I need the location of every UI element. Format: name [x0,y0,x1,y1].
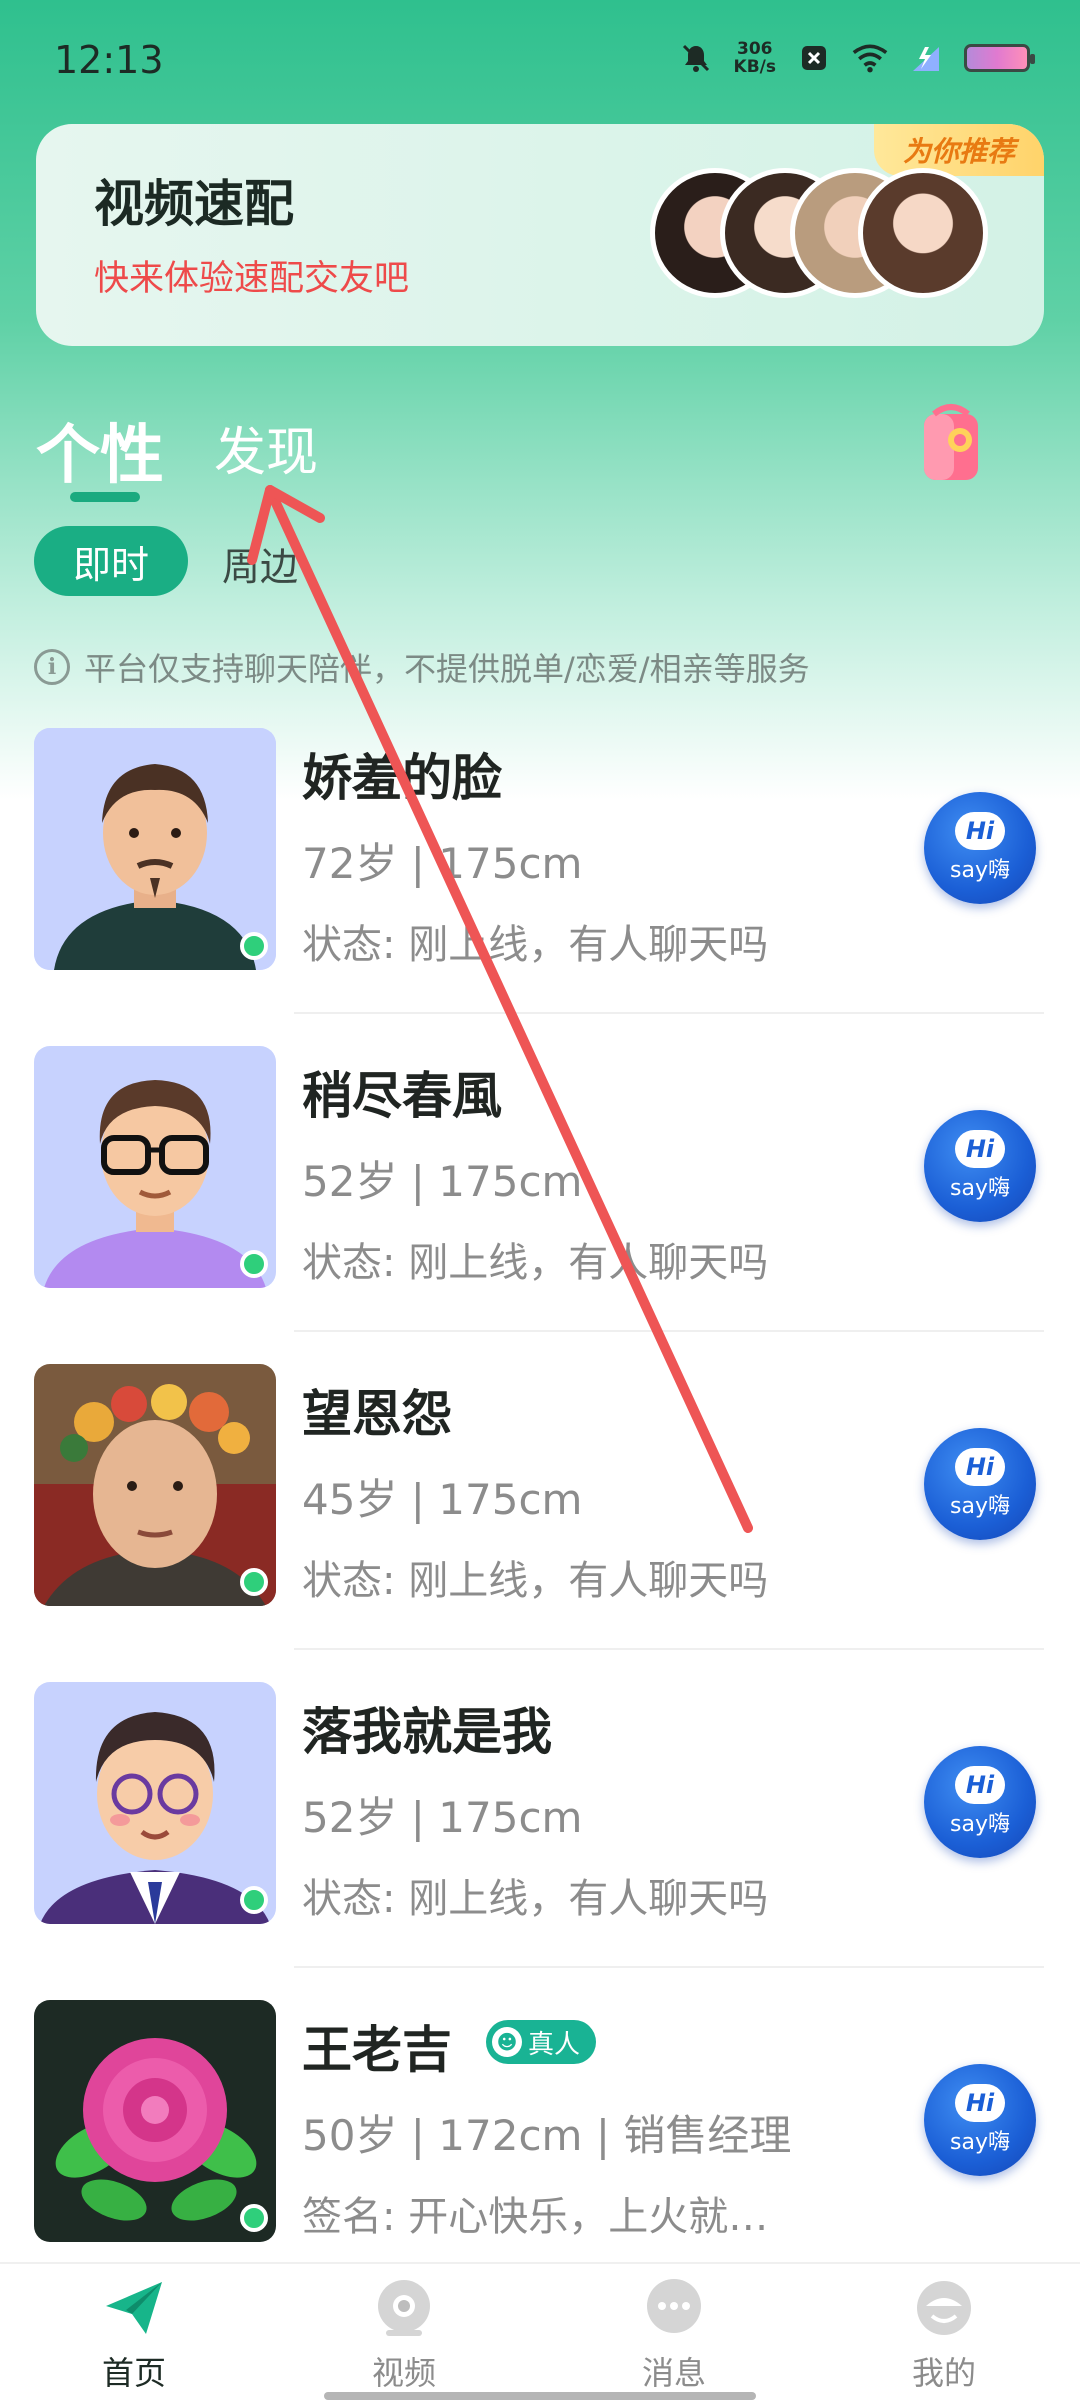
say-hi-button[interactable]: Hi say嗨 [924,1110,1036,1222]
verified-real-label: 真人 [528,2029,581,2060]
nav-home-label: 首页 [101,2354,166,2392]
user-name: 望恩怨 [302,1385,452,1443]
avatar [34,1364,276,1606]
battery-icon [964,44,1035,72]
verified-real-badge: ☻ 真人 [486,2020,597,2064]
user-name: 稍尽春風 [302,1067,502,1125]
verified-face-icon: ☻ [492,2027,522,2057]
say-hi-badge: Hi [955,812,1005,850]
nav-video-label: 视频 [371,2354,436,2392]
message-bubble-icon [647,2279,701,2333]
say-hi-label: say嗨 [950,1176,1010,1201]
online-indicator [240,932,268,960]
gift-bag-icon[interactable] [918,400,984,484]
info-icon: i [34,649,70,685]
user-list-item[interactable]: 稍尽春風 52岁 | 175cm 状态: 刚上线，有人聊天吗 Hi say嗨 [0,1046,1080,1364]
user-signature: 签名: 开心快乐，上火就… [302,2194,769,2240]
nav-messages-label: 消息 [641,2354,706,2392]
user-name: 娇羞的脸 [302,749,502,807]
online-indicator [240,2204,268,2232]
avatar [34,2000,276,2242]
status-icons: 306 KB/s [678,40,1035,76]
banner-subtitle: 快来体验速配交友吧 [94,259,410,299]
wifi-icon [852,40,888,76]
platform-notice: i 平台仅支持聊天陪伴，不提供脱单/恋爱/相亲等服务 [34,644,810,690]
user-status: 状态: 刚上线，有人聊天吗 [302,1876,769,1922]
say-hi-button[interactable]: Hi say嗨 [924,1428,1036,1540]
charging-signal-icon [908,40,944,76]
say-hi-label: say嗨 [950,1494,1010,1519]
user-list-item[interactable]: 落我就是我 52岁 | 175cm 状态: 刚上线，有人聊天吗 Hi say嗨 [0,1682,1080,2000]
row-divider [294,1012,1044,1014]
say-hi-badge: Hi [955,1448,1005,1486]
paper-plane-icon [106,2282,162,2334]
banner-title: 视频速配 [94,175,294,233]
user-list-item[interactable]: 望恩怨 45岁 | 175cm 状态: 刚上线，有人聊天吗 Hi say嗨 [0,1364,1080,1682]
status-time: 12:13 [54,38,164,82]
user-name: 王老吉 [302,2021,452,2079]
row-divider [294,1330,1044,1332]
mute-bell-icon [678,40,714,76]
say-hi-label: say嗨 [950,1812,1010,1837]
user-status: 状态: 刚上线，有人聊天吗 [302,1558,769,1604]
nav-mine-label: 我的 [911,2354,976,2392]
avatar [34,1682,276,1924]
notice-text: 平台仅支持聊天陪伴，不提供脱单/恋爱/相亲等服务 [84,650,810,688]
say-hi-button[interactable]: Hi say嗨 [924,1746,1036,1858]
nav-mine[interactable]: 我的 [844,2276,1044,2396]
sim-x-icon [796,40,832,76]
user-status: 状态: 刚上线，有人聊天吗 [302,1240,769,1286]
video-match-banner[interactable]: 视频速配 快来体验速配交友吧 为你推荐 [36,124,1044,346]
say-hi-badge: Hi [955,1130,1005,1168]
user-list-item[interactable]: 娇羞的脸 72岁 | 175cm 状态: 刚上线，有人聊天吗 Hi say嗨 [0,728,1080,1046]
tab-active-indicator [70,492,140,502]
banner-avatar-4 [858,168,988,298]
filter-instant[interactable]: 即时 [34,526,188,596]
row-divider [294,1648,1044,1650]
say-hi-label: say嗨 [950,2130,1010,2155]
tab-personality[interactable]: 个性 [36,404,164,496]
network-speed-unit: KB/s [733,57,776,77]
filter-nearby[interactable]: 周边 [222,536,298,591]
profile-face-icon [917,2281,971,2335]
say-hi-badge: Hi [955,1766,1005,1804]
user-name: 落我就是我 [302,1703,552,1761]
nav-home[interactable]: 首页 [34,2276,234,2396]
gesture-home-bar [324,2392,756,2400]
user-status: 状态: 刚上线，有人聊天吗 [302,922,769,968]
status-bar: 12:13 306 KB/s [0,0,1080,120]
online-indicator [240,1250,268,1278]
user-meta: 45岁 | 175cm [302,1475,583,1524]
user-meta: 52岁 | 175cm [302,1157,583,1206]
nav-messages[interactable]: 消息 [574,2276,774,2396]
say-hi-label: say嗨 [950,858,1010,883]
user-meta: 50岁 | 172cm | 销售经理 [302,2111,792,2160]
network-speed: 306 KB/s [734,40,776,76]
avatar [34,728,276,970]
online-indicator [240,1886,268,1914]
say-hi-button[interactable]: Hi say嗨 [924,2064,1036,2176]
user-meta: 52岁 | 175cm [302,1793,583,1842]
network-speed-value: 306 [737,39,773,59]
say-hi-button[interactable]: Hi say嗨 [924,792,1036,904]
banner-avatars [650,168,990,298]
avatar [34,1046,276,1288]
say-hi-badge: Hi [955,2084,1005,2122]
nav-video[interactable]: 视频 [304,2276,504,2396]
video-icon [378,2280,430,2336]
row-divider [294,1966,1044,1968]
user-meta: 72岁 | 175cm [302,839,583,888]
bottom-navigation: 首页 视频 消息 我的 [0,2262,1080,2408]
online-indicator [240,1568,268,1596]
tab-discover[interactable]: 发现 [214,410,318,485]
